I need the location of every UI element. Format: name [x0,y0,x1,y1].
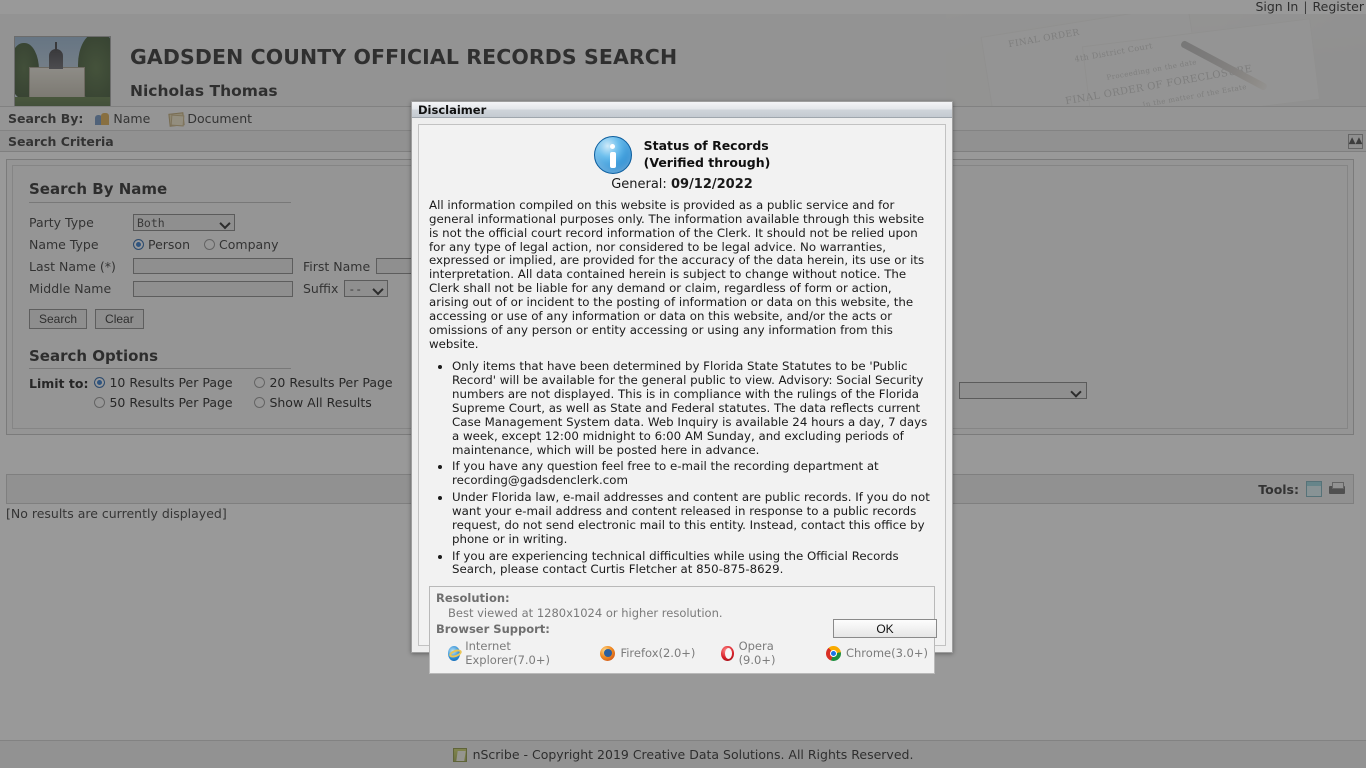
browser-internet-explorer: Internet Explorer(7.0+) [448,639,574,667]
opera-icon [721,645,734,661]
general-label: General: [611,177,667,192]
browser-label: Firefox(2.0+) [620,646,696,661]
browser-label: Chrome(3.0+) [845,646,928,661]
general-verified-line: General: 09/12/2022 [429,177,935,192]
dialog-actions: OK [833,619,937,638]
disclaimer-paragraph: All information compiled on this website… [429,198,925,351]
firefox-icon [600,645,616,661]
list-item: Only items that have been determined by … [452,360,935,457]
resolution-label: Resolution: [436,591,510,606]
list-item: If you have any question feel free to e-… [452,460,935,488]
ok-button[interactable]: OK [833,619,937,638]
list-item: If you are experiencing technical diffic… [452,549,935,578]
browser-list: Internet Explorer(7.0+) Firefox(2.0+) Op… [436,639,928,667]
browser-chrome: Chrome(3.0+) [825,645,928,661]
dialog-title-bar[interactable]: Disclaimer [412,102,952,118]
disclaimer-bullets: Only items that have been determined by … [429,360,935,577]
list-item: Under Florida law, e-mail addresses and … [452,490,935,546]
browser-opera: Opera (9.0+) [721,639,800,667]
browser-firefox: Firefox(2.0+) [600,645,696,661]
disclaimer-dialog: Disclaimer Status of Records (Verified t… [411,101,953,675]
chrome-icon [825,645,841,661]
status-line-2: (Verified through) [643,155,771,170]
status-text: Status of Records (Verified through) [644,138,771,172]
dialog-body: Status of Records (Verified through) Gen… [418,124,946,675]
browser-label: Opera (9.0+) [738,639,776,668]
internet-explorer-icon [448,645,461,661]
general-date: 09/12/2022 [670,177,753,192]
browser-label: Internet Explorer(7.0+) [465,639,550,668]
status-line-1: Status of Records [643,138,769,154]
status-of-records-row: Status of Records (Verified through) [429,136,935,174]
info-icon [593,136,632,174]
